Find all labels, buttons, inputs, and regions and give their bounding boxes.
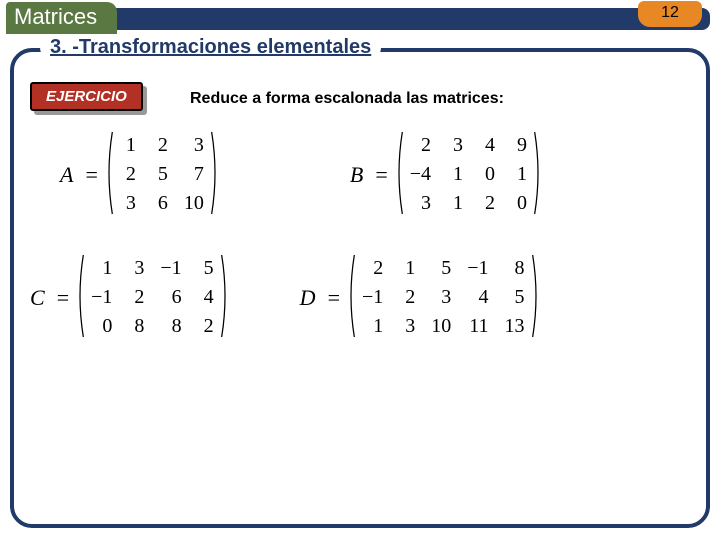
- left-paren-icon: [104, 130, 114, 216]
- right-paren-icon: [533, 130, 543, 216]
- matrix-C-label: C: [30, 285, 45, 311]
- matrix-A-label: A: [60, 162, 73, 188]
- left-paren-icon: [346, 253, 356, 339]
- matrix-B-label: B: [350, 162, 363, 188]
- equals-sign: =: [375, 162, 387, 188]
- matrix-A: A = 1 2 3 2 5 7 3 6 10: [60, 130, 220, 219]
- right-paren-icon: [210, 130, 220, 216]
- right-paren-icon: [531, 253, 541, 339]
- matrix-D-label: D: [300, 285, 316, 311]
- matrix-area: A = 1 2 3 2 5 7 3 6 10 B =: [30, 130, 690, 520]
- section-title: 3. -Transformaciones elementales: [40, 34, 381, 61]
- matrix-D: D = 2 1 5 −1 8 −1 2 3 4 5 1 3 10: [300, 253, 541, 342]
- left-paren-icon: [75, 253, 85, 339]
- matrix-row-2: C = 1 3 −1 5 −1 2 6 4 0 8 8 2: [30, 253, 690, 342]
- matrix-row-1: A = 1 2 3 2 5 7 3 6 10 B =: [30, 130, 690, 219]
- topic-tab: Matrices: [6, 2, 117, 34]
- equals-sign: =: [328, 285, 340, 311]
- matrix-A-grid: 1 2 3 2 5 7 3 6 10: [114, 130, 210, 219]
- matrix-B: B = 2 3 4 9 −4 1 0 1 3 1 2 0: [350, 130, 543, 219]
- left-paren-icon: [394, 130, 404, 216]
- matrix-D-grid: 2 1 5 −1 8 −1 2 3 4 5 1 3 10 11 13: [356, 253, 531, 342]
- equals-sign: =: [85, 162, 97, 188]
- right-paren-icon: [220, 253, 230, 339]
- equals-sign: =: [57, 285, 69, 311]
- matrix-C-grid: 1 3 −1 5 −1 2 6 4 0 8 8 2: [85, 253, 220, 342]
- page-number: 12: [638, 1, 702, 27]
- matrix-B-grid: 2 3 4 9 −4 1 0 1 3 1 2 0: [404, 130, 533, 219]
- exercise-badge: EJERCICIO: [30, 82, 143, 111]
- exercise-instruction: Reduce a forma escalonada las matrices:: [190, 90, 504, 108]
- matrix-C: C = 1 3 −1 5 −1 2 6 4 0 8 8 2: [30, 253, 230, 342]
